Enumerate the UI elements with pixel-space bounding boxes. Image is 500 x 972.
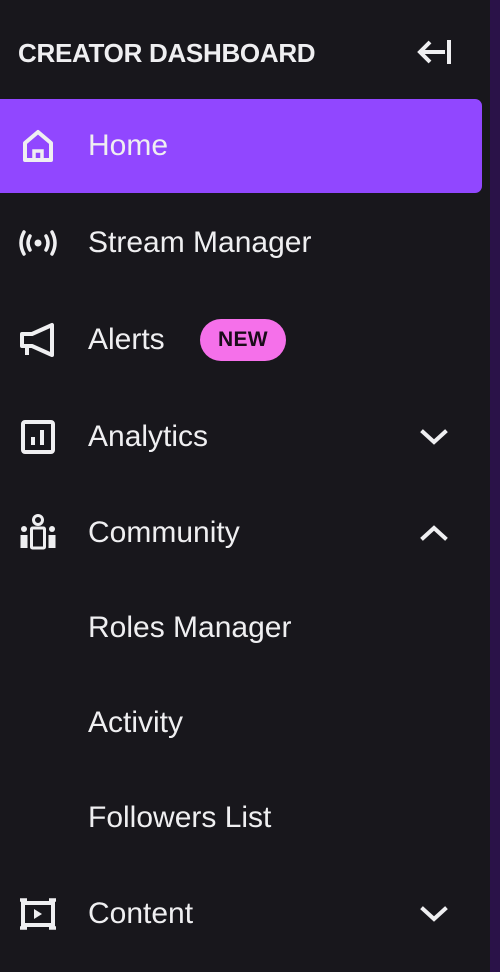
sidebar-title: CREATOR DASHBOARD bbox=[18, 38, 316, 68]
broadcast-icon bbox=[18, 223, 58, 263]
community-icon bbox=[18, 513, 58, 553]
sidebar-right-border bbox=[490, 0, 500, 972]
chevron-down-icon[interactable] bbox=[412, 417, 456, 457]
sidebar-item-content[interactable]: Content bbox=[0, 867, 482, 961]
new-badge: NEW bbox=[200, 319, 286, 361]
sidebar-item-community[interactable]: Community bbox=[0, 486, 482, 580]
chevron-down-icon[interactable] bbox=[412, 894, 456, 934]
sidebar-header: CREATOR DASHBOARD bbox=[0, 0, 490, 100]
sidebar-item-label: Analytics bbox=[88, 420, 209, 453]
sidebar-item-label: Stream Manager bbox=[88, 226, 312, 259]
creator-dashboard-sidebar-frame: CREATOR DASHBOARD Home Stream Manager Al… bbox=[0, 0, 500, 972]
megaphone-icon bbox=[18, 320, 58, 360]
chevron-up-icon[interactable] bbox=[412, 513, 456, 553]
sidebar-subitem-label: Activity bbox=[88, 706, 184, 739]
sidebar-nav: CREATOR DASHBOARD Home Stream Manager Al… bbox=[0, 0, 490, 972]
sidebar-item-home[interactable]: Home bbox=[0, 99, 482, 193]
content-icon bbox=[18, 894, 58, 934]
sidebar-subitem-label: Followers List bbox=[88, 801, 272, 834]
sidebar-subitem-followers-list[interactable]: Followers List bbox=[0, 771, 482, 865]
sidebar-subitem-label: Roles Manager bbox=[88, 611, 292, 644]
collapse-left-icon bbox=[417, 40, 451, 64]
sidebar-item-analytics[interactable]: Analytics bbox=[0, 390, 482, 484]
sidebar-item-label: Community bbox=[88, 516, 240, 549]
sidebar-item-label: Content bbox=[88, 897, 194, 930]
sidebar-subitem-activity[interactable]: Activity bbox=[0, 676, 482, 770]
sidebar-item-alerts[interactable]: Alerts NEW bbox=[0, 293, 482, 387]
sidebar-item-stream-manager[interactable]: Stream Manager bbox=[0, 196, 482, 290]
collapse-sidebar-button[interactable] bbox=[410, 30, 460, 74]
analytics-icon bbox=[18, 417, 58, 457]
sidebar-item-label: Home bbox=[88, 129, 169, 162]
sidebar-item-label: Alerts bbox=[88, 323, 165, 356]
sidebar-subitem-roles-manager[interactable]: Roles Manager bbox=[0, 581, 482, 675]
home-icon bbox=[18, 126, 58, 166]
